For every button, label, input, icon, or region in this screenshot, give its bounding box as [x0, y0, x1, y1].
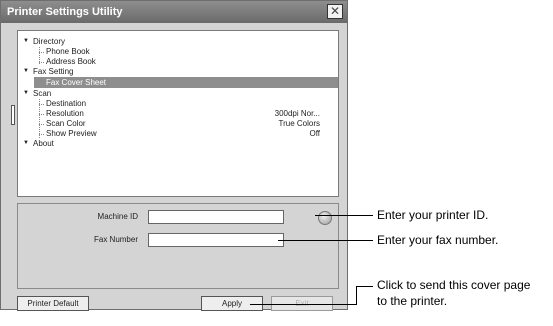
apply-label: Apply — [221, 299, 242, 308]
printer-default-label: Printer Default — [27, 299, 79, 308]
fax-number-callout: Enter your fax number. — [377, 233, 499, 247]
tree-item-fax-cover-sheet[interactable]: Fax Cover Sheet — [34, 77, 338, 88]
fax-number-label: Fax Number — [93, 235, 138, 244]
lookup-button[interactable] — [318, 211, 332, 225]
cover-sheet-form: Machine ID Fax Number — [17, 203, 339, 289]
apply-callout-line-top — [356, 286, 373, 287]
tree-connector — [39, 114, 44, 115]
apply-callout-line-horizontal — [250, 304, 356, 305]
apply-callout-line-vertical — [356, 286, 357, 305]
machine-id-callout: Enter your printer ID. — [377, 208, 489, 222]
tree-connector — [39, 62, 44, 63]
apply-callout-line2: to the printer. — [377, 294, 448, 308]
machine-id-callout-line — [315, 215, 373, 216]
fax-number-field[interactable] — [148, 233, 284, 247]
tree-connector — [39, 52, 44, 53]
expand-arrow-icon[interactable]: ▼ — [23, 66, 29, 77]
expand-arrow-icon[interactable]: ▼ — [23, 138, 29, 149]
apply-callout-line1: Click to send this cover page — [377, 278, 531, 292]
machine-id-label: Machine ID — [97, 212, 138, 221]
window-title: Printer Settings Utility — [7, 6, 123, 18]
settings-tree: ▼ Directory Phone Book Address Book ▼ Fa… — [17, 30, 339, 197]
printer-default-button[interactable]: Printer Default — [17, 296, 89, 311]
tree-item-about[interactable]: ▼ About — [18, 138, 338, 149]
tree-connector — [39, 124, 44, 125]
splitter-handle[interactable] — [11, 105, 15, 125]
tree-item-fax-setting[interactable]: ▼ Fax Setting — [18, 66, 338, 77]
close-icon: ✕ — [329, 4, 341, 18]
tree-connector — [39, 134, 44, 135]
tree-item-label: Fax Setting — [33, 67, 74, 76]
tree-item-label: Fax Cover Sheet — [46, 78, 107, 87]
close-button[interactable]: ✕ — [327, 4, 343, 19]
tree-connector — [39, 104, 44, 105]
tree-item-label: About — [33, 139, 54, 148]
fax-number-callout-line — [278, 240, 373, 241]
window-titlebar: Printer Settings Utility ✕ — [1, 1, 347, 23]
machine-id-field[interactable] — [148, 210, 284, 224]
printer-settings-window: Printer Settings Utility ✕ ▼ Directory P… — [0, 0, 348, 311]
